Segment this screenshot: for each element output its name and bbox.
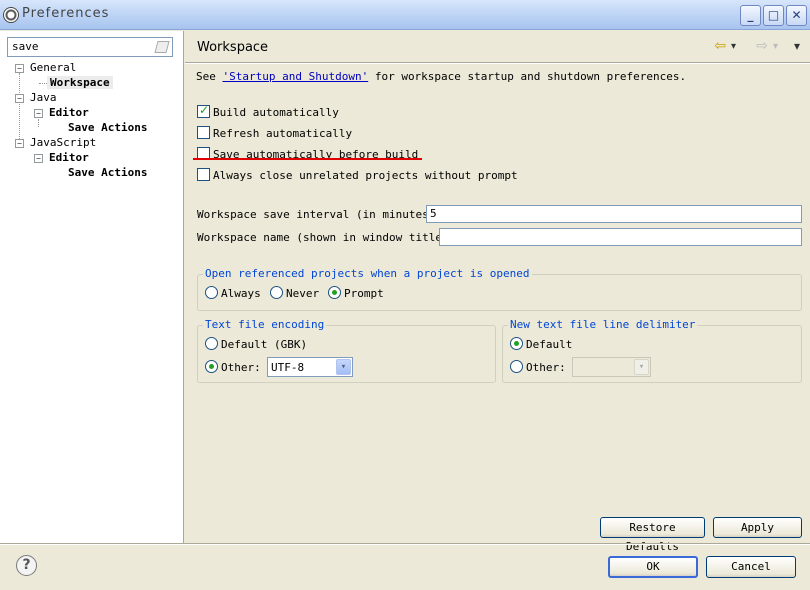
open-referenced-legend: Open referenced projects when a project …: [203, 267, 532, 280]
filter-field[interactable]: [7, 37, 173, 57]
delimiter-default-label: Default: [526, 338, 573, 351]
tree-item-java[interactable]: Java: [30, 91, 57, 104]
line-delimiter-legend: New text file line delimiter: [508, 318, 698, 331]
delimiter-other-label: Other:: [526, 361, 566, 374]
tree-item-java-save-actions[interactable]: Save Actions: [68, 121, 147, 134]
save-interval-field[interactable]: 5: [426, 205, 802, 223]
back-menu-icon[interactable]: ▾: [731, 41, 736, 52]
tree-guide: [19, 73, 20, 145]
ok-button[interactable]: OK: [608, 556, 698, 578]
text-encoding-legend: Text file encoding: [203, 318, 327, 331]
title-bar[interactable]: Preferences _ □ ✕: [0, 0, 810, 30]
encoding-other-label: Other:: [221, 361, 261, 374]
collapse-javascript-icon[interactable]: −: [15, 139, 24, 148]
encoding-select-value: UTF-8: [271, 361, 305, 374]
close-unrelated-label: Always close unrelated projects without …: [213, 169, 518, 182]
workspace-preference-page: Workspace ⇦ ▾ ⇨ ▾ ▾ See 'Startup and Shu…: [185, 31, 810, 553]
preferences-tree-pane: − General Workspace − Java − Editor Save…: [0, 31, 184, 543]
intro-text: See 'Startup and Shutdown' for workspace…: [196, 70, 686, 83]
filter-input[interactable]: [12, 40, 152, 53]
prompt-label: Prompt: [344, 287, 384, 300]
window-title: Preferences: [22, 6, 110, 21]
chevron-down-icon[interactable]: ▾: [336, 359, 351, 375]
encoding-default-label: Default (GBK): [221, 338, 308, 351]
refresh-automatically-label: Refresh automatically: [213, 127, 353, 140]
page-title: Workspace: [197, 40, 269, 55]
help-icon[interactable]: ?: [16, 555, 37, 576]
tree-item-general[interactable]: General: [30, 61, 76, 74]
intro-prefix: See: [196, 70, 223, 83]
clear-filter-icon[interactable]: [154, 41, 170, 53]
encoding-other-radio[interactable]: [205, 360, 218, 373]
apply-button[interactable]: Apply: [713, 517, 802, 538]
header-separator: [185, 62, 810, 64]
eclipse-icon: [3, 7, 19, 23]
save-interval-label: Workspace save interval (in minutes):: [197, 208, 443, 221]
tree-item-js-save-actions[interactable]: Save Actions: [68, 166, 147, 179]
collapse-general-icon[interactable]: −: [15, 64, 24, 73]
encoding-default-radio[interactable]: [205, 337, 218, 350]
tree-item-java-editor[interactable]: Editor: [49, 106, 89, 119]
forward-arrow-icon[interactable]: ⇨: [756, 38, 768, 54]
refresh-automatically-checkbox[interactable]: [197, 126, 210, 139]
line-delimiter-group: New text file line delimiter: [502, 318, 802, 383]
close-unrelated-checkbox[interactable]: [197, 168, 210, 181]
maximize-button[interactable]: □: [763, 5, 784, 26]
never-radio[interactable]: [270, 286, 283, 299]
tree-item-javascript[interactable]: JavaScript: [30, 136, 96, 149]
workspace-name-field[interactable]: [439, 228, 802, 246]
back-arrow-icon[interactable]: ⇦: [714, 38, 726, 54]
red-underline-annotation: [193, 158, 422, 160]
view-menu-icon[interactable]: ▾: [794, 39, 800, 53]
bottom-separator: [0, 543, 810, 545]
delimiter-default-radio[interactable]: [510, 337, 523, 350]
prompt-radio[interactable]: [328, 286, 341, 299]
restore-defaults-button[interactable]: Restore Defaults: [600, 517, 705, 553]
always-radio[interactable]: [205, 286, 218, 299]
always-label: Always: [221, 287, 261, 300]
collapse-java-icon[interactable]: −: [15, 94, 24, 103]
delimiter-select[interactable]: ▾: [572, 357, 651, 377]
collapse-js-editor-icon[interactable]: −: [34, 154, 43, 163]
delimiter-other-radio[interactable]: [510, 360, 523, 373]
chevron-down-icon[interactable]: ▾: [634, 359, 649, 375]
tree-guide: [38, 119, 39, 127]
tree-item-js-editor[interactable]: Editor: [49, 151, 89, 164]
workspace-name-label: Workspace name (shown in window title):: [197, 231, 456, 244]
intro-suffix: for workspace startup and shutdown prefe…: [368, 70, 687, 83]
collapse-java-editor-icon[interactable]: −: [34, 109, 43, 118]
forward-menu-icon[interactable]: ▾: [773, 41, 778, 52]
build-automatically-checkbox[interactable]: [197, 103, 210, 118]
encoding-select[interactable]: UTF-8 ▾: [267, 357, 353, 377]
never-label: Never: [286, 287, 320, 300]
tree-guide: [39, 83, 47, 84]
close-button[interactable]: ✕: [786, 5, 807, 26]
minimize-button[interactable]: _: [740, 5, 761, 26]
tree-item-workspace[interactable]: Workspace: [47, 76, 113, 89]
build-automatically-label: Build automatically: [213, 106, 339, 119]
cancel-button[interactable]: Cancel: [706, 556, 796, 578]
startup-shutdown-link[interactable]: 'Startup and Shutdown': [223, 70, 369, 83]
